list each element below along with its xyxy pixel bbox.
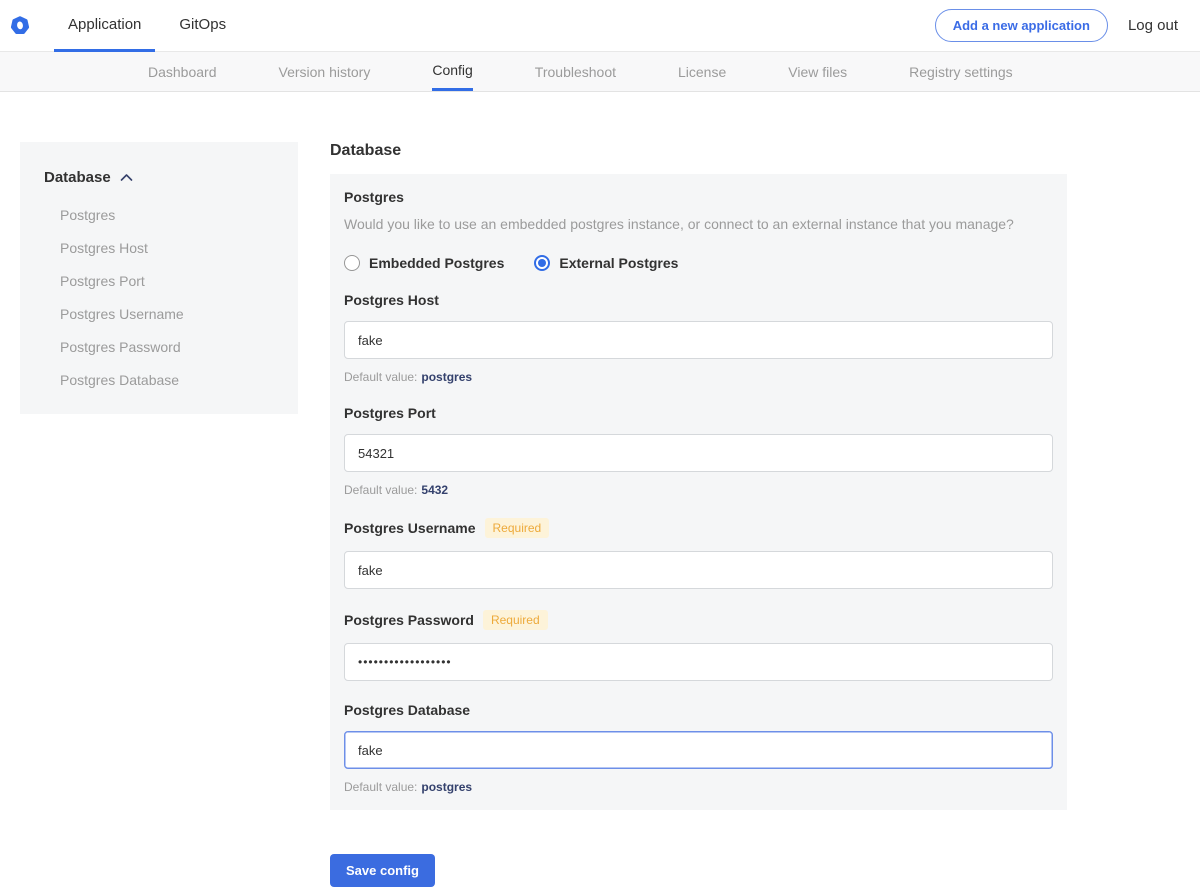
subtab-version-history[interactable]: Version history	[279, 52, 371, 91]
default-value-label: Default value:	[344, 483, 417, 497]
config-main: Database Postgres Would you like to use …	[330, 142, 1067, 887]
subtab-registry-settings[interactable]: Registry settings	[909, 52, 1012, 91]
sidebar-item-postgres-port[interactable]: Postgres Port	[32, 260, 286, 293]
field-postgres-password: Postgres Password Required	[344, 610, 1053, 681]
sidebar-group-database[interactable]: Database	[32, 169, 286, 186]
chevron-up-icon	[120, 173, 133, 182]
config-group-panel: Postgres Would you like to use an embedd…	[330, 174, 1067, 810]
postgres-database-input[interactable]	[344, 731, 1053, 769]
radio-external-postgres[interactable]: External Postgres	[534, 255, 678, 271]
field-label: Postgres Host	[344, 292, 439, 308]
radio-checked-icon	[534, 255, 550, 271]
radio-embedded-label: Embedded Postgres	[369, 255, 504, 271]
sidebar-item-postgres-host[interactable]: Postgres Host	[32, 227, 286, 260]
sidebar-item-postgres-database[interactable]: Postgres Database	[32, 359, 286, 392]
field-postgres-host: Postgres Host Default value: postgres	[344, 292, 1053, 384]
default-value-text: postgres	[421, 780, 472, 794]
postgres-host-input[interactable]	[344, 321, 1053, 359]
default-value-text: postgres	[421, 370, 472, 384]
sidebar-item-postgres-password[interactable]: Postgres Password	[32, 326, 286, 359]
page-content: Database Postgres Postgres Host Postgres…	[0, 92, 1200, 887]
postgres-password-input[interactable]	[344, 643, 1053, 681]
sidebar-group-label: Database	[44, 169, 111, 186]
group-title: Postgres	[344, 189, 1053, 205]
top-navbar: Application GitOps Add a new application…	[0, 0, 1200, 52]
tab-gitops[interactable]: GitOps	[165, 0, 240, 52]
default-value-text: 5432	[421, 483, 448, 497]
field-label: Postgres Username	[344, 520, 476, 536]
default-value-hint: Default value: postgres	[344, 780, 1053, 794]
field-label: Postgres Database	[344, 702, 470, 718]
default-value-hint: Default value: postgres	[344, 370, 1053, 384]
radio-embedded-postgres[interactable]: Embedded Postgres	[344, 255, 504, 271]
field-postgres-username: Postgres Username Required	[344, 518, 1053, 589]
save-config-button[interactable]: Save config	[330, 854, 435, 887]
subtab-troubleshoot[interactable]: Troubleshoot	[535, 52, 616, 91]
postgres-port-input[interactable]	[344, 434, 1053, 472]
sidebar-item-list: Postgres Postgres Host Postgres Port Pos…	[32, 194, 286, 392]
default-value-hint: Default value: 5432	[344, 483, 1053, 497]
subtab-dashboard[interactable]: Dashboard	[148, 52, 217, 91]
field-postgres-port: Postgres Port Default value: 5432	[344, 405, 1053, 497]
sidebar-item-postgres[interactable]: Postgres	[32, 194, 286, 227]
default-value-label: Default value:	[344, 780, 417, 794]
tab-gitops-label: GitOps	[179, 16, 226, 33]
required-badge: Required	[483, 610, 548, 630]
logout-link[interactable]: Log out	[1128, 17, 1178, 34]
app-subnav: Dashboard Version history Config Trouble…	[0, 52, 1200, 92]
tab-application-label: Application	[68, 16, 141, 33]
app-logo-icon[interactable]	[10, 15, 30, 36]
subtab-config[interactable]: Config	[432, 52, 472, 91]
top-tabs: Application GitOps	[54, 0, 250, 52]
default-value-label: Default value:	[344, 370, 417, 384]
field-postgres-database: Postgres Database Default value: postgres	[344, 702, 1053, 794]
add-application-button[interactable]: Add a new application	[935, 9, 1108, 42]
radio-external-label: External Postgres	[559, 255, 678, 271]
postgres-username-input[interactable]	[344, 551, 1053, 589]
sidebar-item-postgres-username[interactable]: Postgres Username	[32, 293, 286, 326]
subtab-view-files[interactable]: View files	[788, 52, 847, 91]
subtab-license[interactable]: License	[678, 52, 726, 91]
field-label: Postgres Password	[344, 612, 474, 628]
config-sidebar: Database Postgres Postgres Host Postgres…	[20, 142, 298, 414]
radio-unchecked-icon	[344, 255, 360, 271]
required-badge: Required	[485, 518, 550, 538]
topnav-actions: Add a new application Log out	[935, 9, 1178, 42]
tab-application[interactable]: Application	[54, 0, 155, 52]
field-label: Postgres Port	[344, 405, 436, 421]
group-description: Would you like to use an embedded postgr…	[344, 216, 1053, 232]
section-heading: Database	[330, 142, 1067, 160]
postgres-mode-radio-group: Embedded Postgres External Postgres	[344, 255, 1053, 271]
